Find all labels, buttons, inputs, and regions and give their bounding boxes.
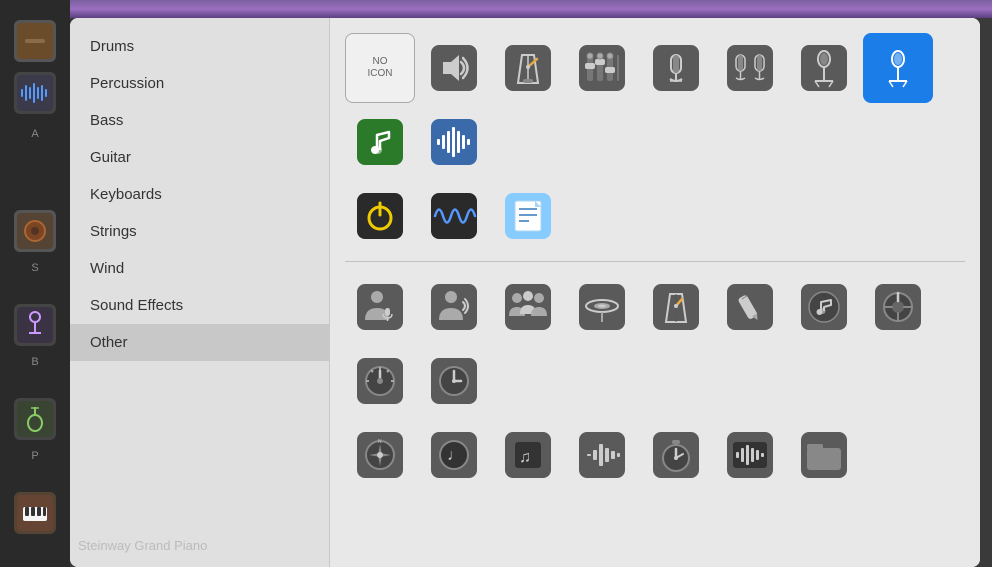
track-thumb-1 bbox=[14, 20, 56, 62]
nav-item-drums[interactable]: Drums bbox=[70, 28, 329, 65]
icon-cell-person-talking[interactable] bbox=[419, 272, 489, 342]
icon-row-1: NOICON bbox=[345, 33, 965, 177]
category-nav: Drums Percussion Bass Guitar Keyboards S… bbox=[70, 18, 330, 567]
nav-item-percussion[interactable]: Percussion bbox=[70, 65, 329, 102]
icon-picker-panel: Drums Percussion Bass Guitar Keyboards S… bbox=[70, 18, 980, 567]
waveform-wave-svg bbox=[431, 193, 477, 239]
icon-cell-music-circle[interactable] bbox=[789, 272, 859, 342]
icon-section-divider bbox=[345, 261, 965, 262]
nav-item-wind[interactable]: Wind bbox=[70, 250, 329, 287]
icon-cell-metronome[interactable] bbox=[493, 33, 563, 103]
mixer-svg bbox=[579, 45, 625, 91]
icon-row-4: N ♩ ♫ bbox=[345, 420, 965, 490]
knob-svg bbox=[875, 284, 921, 330]
icon-cell-group[interactable] bbox=[493, 272, 563, 342]
icon-cell-knob[interactable] bbox=[863, 272, 933, 342]
clock-svg bbox=[431, 358, 477, 404]
group-svg bbox=[505, 284, 551, 330]
track-label-3: S bbox=[31, 262, 38, 274]
compass-svg: N bbox=[357, 432, 403, 478]
track-thumb-3 bbox=[14, 210, 56, 252]
icon-cell-waveform-blue[interactable] bbox=[419, 107, 489, 177]
icon-cell-pencil[interactable] bbox=[715, 272, 785, 342]
icon-cell-mic-stand[interactable] bbox=[789, 33, 859, 103]
music-circle-svg bbox=[801, 284, 847, 330]
svg-text:♫: ♫ bbox=[519, 449, 531, 466]
mic-stand-svg bbox=[801, 45, 847, 91]
icon-cell-clock[interactable] bbox=[419, 346, 489, 416]
icon-cell-music-note-green[interactable] bbox=[345, 107, 415, 177]
metronome-svg bbox=[505, 45, 551, 91]
waveform3-svg bbox=[727, 432, 773, 478]
person-mic-svg bbox=[357, 284, 403, 330]
cymbal-svg bbox=[579, 284, 625, 330]
icon-cell-mic-pair[interactable] bbox=[715, 33, 785, 103]
icon-grid: NOICON bbox=[330, 18, 980, 567]
power-yellow-svg bbox=[357, 193, 403, 239]
track-label-2: A bbox=[31, 128, 38, 140]
dial-svg bbox=[357, 358, 403, 404]
metronome2-svg bbox=[653, 284, 699, 330]
icon-cell-compass[interactable]: N bbox=[345, 420, 415, 490]
folder-svg bbox=[801, 432, 847, 478]
icon-cell-speaker[interactable] bbox=[419, 33, 489, 103]
icon-row-2 bbox=[345, 181, 965, 251]
person-talking-svg bbox=[431, 284, 477, 330]
icon-cell-waveform3[interactable] bbox=[715, 420, 785, 490]
icon-cell-metronome2[interactable] bbox=[641, 272, 711, 342]
icon-cell-mixer[interactable] bbox=[567, 33, 637, 103]
icon-cell-no-icon[interactable]: NOICON bbox=[345, 33, 415, 103]
track-thumb-5 bbox=[14, 398, 56, 440]
icon-cell-mic-stand-selected[interactable] bbox=[863, 33, 933, 103]
nav-item-strings[interactable]: Strings bbox=[70, 213, 329, 250]
daw-track-sidebar: A S B P bbox=[0, 0, 70, 567]
icon-cell-cymbal[interactable] bbox=[567, 272, 637, 342]
icon-cell-notes-doc[interactable] bbox=[493, 181, 563, 251]
pencil-svg bbox=[727, 284, 773, 330]
icon-cell-mic-condenser[interactable] bbox=[641, 33, 711, 103]
timer-svg bbox=[653, 432, 699, 478]
svg-text:N: N bbox=[378, 439, 382, 445]
mic-pair-svg bbox=[727, 45, 773, 91]
music-note2-svg: ♩ bbox=[431, 432, 477, 478]
note-dark-svg: ♫ bbox=[505, 432, 551, 478]
waveform-blue-svg bbox=[431, 119, 477, 165]
track-label-5: P bbox=[31, 450, 38, 462]
mic-stand-selected-svg bbox=[875, 45, 921, 91]
track-thumb-6 bbox=[14, 492, 56, 534]
icon-cell-note-dark[interactable]: ♫ bbox=[493, 420, 563, 490]
speaker-svg bbox=[431, 45, 477, 91]
icon-cell-folder[interactable] bbox=[789, 420, 859, 490]
icon-cell-person-mic[interactable] bbox=[345, 272, 415, 342]
nav-item-bass[interactable]: Bass bbox=[70, 102, 329, 139]
mic-condenser-svg bbox=[653, 45, 699, 91]
notes-doc-svg bbox=[505, 193, 551, 239]
nav-item-sound-effects[interactable]: Sound Effects bbox=[70, 287, 329, 324]
nav-item-other[interactable]: Other bbox=[70, 324, 329, 361]
daw-waveform-bar bbox=[70, 0, 992, 18]
icon-cell-waveform-wave[interactable] bbox=[419, 181, 489, 251]
steinway-label: Steinway Grand Piano bbox=[70, 534, 215, 557]
icon-cell-music-note2[interactable]: ♩ bbox=[419, 420, 489, 490]
icon-cell-timer[interactable] bbox=[641, 420, 711, 490]
track-thumb-4 bbox=[14, 304, 56, 346]
nav-item-guitar[interactable]: Guitar bbox=[70, 139, 329, 176]
nav-item-keyboards[interactable]: Keyboards bbox=[70, 176, 329, 213]
svg-text:♩: ♩ bbox=[447, 447, 463, 464]
icon-cell-dial[interactable] bbox=[345, 346, 415, 416]
waveform2-svg bbox=[579, 432, 625, 478]
no-icon-label: NOICON bbox=[368, 56, 393, 80]
music-note-green-svg bbox=[357, 119, 403, 165]
track-label-4: B bbox=[31, 356, 38, 368]
icon-row-3 bbox=[345, 272, 965, 416]
track-thumb-2 bbox=[14, 72, 56, 114]
icon-cell-power-yellow[interactable] bbox=[345, 181, 415, 251]
icon-cell-waveform2[interactable] bbox=[567, 420, 637, 490]
